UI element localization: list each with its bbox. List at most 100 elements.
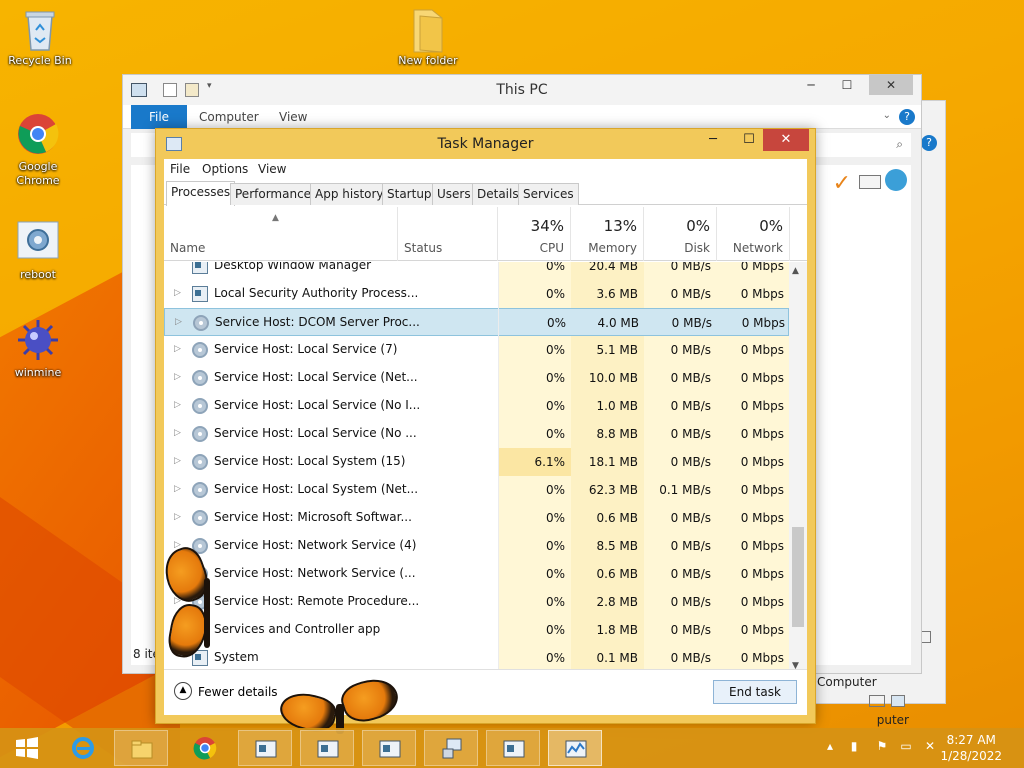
search-icon[interactable]: ⌕ bbox=[896, 137, 903, 152]
large-icons-view-icon[interactable] bbox=[891, 695, 905, 707]
taskbar-network-app[interactable] bbox=[424, 730, 478, 766]
process-row[interactable]: ▷ Service Host: Microsoft Softwar... 0% 0.6… bbox=[164, 504, 789, 532]
expand-chevron-icon[interactable]: ▷ bbox=[174, 512, 181, 522]
chevron-up-icon[interactable]: ▲ bbox=[174, 682, 192, 700]
desktop-icon-new-folder[interactable]: New folder bbox=[390, 6, 466, 68]
taskbar-window-3[interactable] bbox=[362, 730, 416, 766]
column-memory-header[interactable]: 13% Memory bbox=[571, 207, 644, 261]
tray-flag-icon[interactable]: ⚑ bbox=[874, 739, 890, 755]
chrome-label-line1: Google bbox=[18, 160, 58, 173]
process-row[interactable]: Desktop Window Manager 0% 20.4 MB 0 MB/s 0 M… bbox=[164, 262, 789, 280]
end-task-button[interactable]: End task bbox=[713, 680, 797, 704]
process-network-value: 0 Mbps bbox=[717, 420, 789, 448]
taskbar-file-explorer[interactable] bbox=[114, 730, 168, 766]
column-network-header[interactable]: 0% Network bbox=[717, 207, 790, 261]
expand-chevron-icon[interactable]: ▷ bbox=[174, 372, 181, 382]
service-gear-icon bbox=[192, 370, 208, 386]
process-row[interactable]: ▷ Service Host: Local Service (7) 0% 5.1 MB… bbox=[164, 336, 789, 364]
taskbar-chrome[interactable] bbox=[178, 730, 232, 766]
taskbar-window-4[interactable] bbox=[486, 730, 540, 766]
computer-side-label: puter bbox=[876, 713, 909, 727]
menu-file[interactable]: File bbox=[170, 162, 190, 176]
process-row[interactable]: ▷ Service Host: Local Service (No I... 0% 1… bbox=[164, 392, 789, 420]
tab-processes[interactable]: Processes bbox=[166, 181, 236, 206]
expand-chevron-icon[interactable]: ▷ bbox=[174, 456, 181, 466]
taskbar-clock[interactable]: 8:27 AM 1/28/2022 bbox=[940, 732, 1002, 764]
process-row[interactable]: ▷ Service Host: Local Service (No ... 0% 8.… bbox=[164, 420, 789, 448]
taskbar-window-1[interactable] bbox=[238, 730, 292, 766]
tray-network-icon[interactable]: ▮ bbox=[846, 739, 862, 755]
expand-chevron-icon[interactable]: ▷ bbox=[174, 288, 181, 298]
tab-app-history[interactable]: App history bbox=[310, 183, 389, 205]
column-status-header[interactable]: Status bbox=[398, 207, 498, 261]
tab-details[interactable]: Details bbox=[472, 183, 524, 205]
expand-chevron-icon[interactable]: ▷ bbox=[175, 317, 182, 327]
process-cpu-value: 0% bbox=[498, 280, 571, 308]
tm-close-button[interactable]: ✕ bbox=[763, 129, 809, 151]
details-view-icon[interactable] bbox=[869, 695, 885, 707]
tray-monitor-icon[interactable]: ▭ bbox=[898, 739, 914, 755]
column-name-header[interactable]: ▲ Name bbox=[164, 207, 398, 261]
process-disk-value: 0 MB/s bbox=[644, 392, 717, 420]
process-row[interactable]: ▷ Service Host: Network Service (4) 0% 8.5 … bbox=[164, 532, 789, 560]
process-cpu-value: 0% bbox=[498, 420, 571, 448]
process-row[interactable]: ▷Services and Controller app0%1.8 MB0 MB… bbox=[164, 616, 789, 644]
ribbon-expand-icon[interactable]: ⌄ bbox=[883, 110, 891, 121]
maximize-button[interactable]: ☐ bbox=[833, 75, 861, 95]
tray-volume-muted-icon[interactable]: ✕ bbox=[922, 739, 938, 755]
help-icon[interactable]: ? bbox=[899, 109, 915, 125]
process-row[interactable]: ▷ Local Security Authority Process... 0% 3.… bbox=[164, 280, 789, 308]
process-name: Service Host: Local System (Net... bbox=[214, 482, 419, 496]
process-row[interactable]: ▷ Service Host: Local Service (Net... 0% 10… bbox=[164, 364, 789, 392]
ribbon-file-tab[interactable]: File bbox=[131, 105, 187, 129]
menu-view[interactable]: View bbox=[258, 162, 286, 176]
taskbar-internet-explorer[interactable] bbox=[56, 730, 110, 766]
clock-date: 1/28/2022 bbox=[940, 749, 1002, 763]
process-row[interactable]: ▷Service Host: Network Service (...0%0.6… bbox=[164, 560, 789, 588]
fewer-details-link[interactable]: Fewer details bbox=[198, 685, 278, 699]
desktop-icon-reboot[interactable]: reboot bbox=[0, 220, 76, 282]
tm-minimize-button[interactable]: ─ bbox=[699, 129, 727, 151]
expand-chevron-icon[interactable]: ▷ bbox=[174, 344, 181, 354]
taskbar: ▴ ▮ ⚑ ▭ ✕ 8:27 AM 1/28/2022 bbox=[0, 728, 1024, 768]
menu-options[interactable]: Options bbox=[202, 162, 248, 176]
expand-chevron-icon[interactable]: ▷ bbox=[174, 484, 181, 494]
column-cpu-header[interactable]: 34% CPU bbox=[498, 207, 571, 261]
minimize-button[interactable]: ─ bbox=[797, 75, 825, 95]
tm-maximize-button[interactable]: ☐ bbox=[735, 129, 763, 151]
scroll-thumb[interactable] bbox=[792, 527, 804, 627]
process-network-value: 0 Mbps bbox=[717, 560, 789, 588]
expand-chevron-icon[interactable]: ▷ bbox=[174, 400, 181, 410]
process-cpu-value: 0% bbox=[498, 616, 571, 644]
desktop-icon-recycle-bin[interactable]: Recycle Bin bbox=[2, 6, 78, 68]
process-row[interactable]: System 0% 0.1 MB 0 MB/s 0 Mbps bbox=[164, 644, 789, 672]
help-icon-back[interactable]: ? bbox=[921, 135, 937, 151]
process-row[interactable]: ▷ Service Host: Remote Procedure... 0% 2.8 … bbox=[164, 588, 789, 616]
taskbar-task-manager[interactable] bbox=[548, 730, 602, 766]
start-button[interactable] bbox=[0, 730, 54, 766]
process-row[interactable]: ▷ Service Host: Local System (Net... 0% 62.… bbox=[164, 476, 789, 504]
chrome-taskbar-icon bbox=[193, 737, 217, 760]
process-row[interactable]: ▷ Service Host: DCOM Server Proc... 0% 4.0 … bbox=[164, 308, 789, 336]
process-cpu-value: 0% bbox=[498, 532, 571, 560]
desktop-icon-google-chrome[interactable]: Google Chrome bbox=[0, 112, 76, 188]
tab-services[interactable]: Services bbox=[518, 183, 579, 205]
column-disk-header[interactable]: 0% Disk bbox=[644, 207, 717, 261]
close-button[interactable]: ✕ bbox=[869, 75, 913, 95]
tab-users[interactable]: Users bbox=[432, 183, 476, 205]
ribbon-computer-tab[interactable]: Computer bbox=[199, 110, 259, 124]
process-name: Service Host: Local Service (Net... bbox=[214, 370, 418, 384]
process-memory-value: 18.1 MB bbox=[571, 448, 644, 476]
taskbar-window-2[interactable] bbox=[300, 730, 354, 766]
desktop-icon-winmine[interactable]: winmine bbox=[0, 318, 76, 380]
expand-chevron-icon[interactable]: ▷ bbox=[174, 428, 181, 438]
process-row[interactable]: ▷ Service Host: Local System (15) 6.1% 18.1… bbox=[164, 448, 789, 476]
tray-chevron-icon[interactable]: ▴ bbox=[822, 739, 838, 755]
tab-performance[interactable]: Performance bbox=[230, 183, 317, 205]
tab-startup[interactable]: Startup bbox=[382, 183, 437, 205]
ribbon-view-tab[interactable]: View bbox=[279, 110, 307, 124]
mine-icon bbox=[16, 318, 60, 362]
scroll-up-icon[interactable]: ▲ bbox=[792, 266, 799, 276]
process-list-scrollbar[interactable]: ▲ ▼ bbox=[789, 262, 807, 673]
process-disk-value: 0 MB/s bbox=[644, 336, 717, 364]
